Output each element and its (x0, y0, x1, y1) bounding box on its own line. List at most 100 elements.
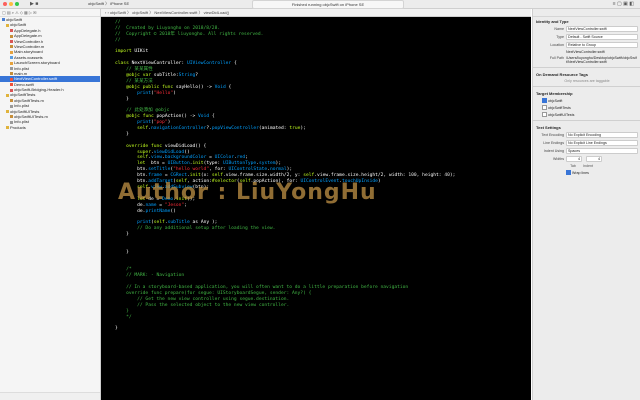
file-icon (10, 115, 13, 119)
code-token: () (184, 149, 190, 155)
code-token: // (115, 37, 121, 43)
scheme-selector[interactable]: objcSwift 〉 iPhone SE (88, 1, 129, 7)
code-token: override func prepare(for segue: UIStory… (115, 290, 312, 296)
code-token: let (115, 161, 146, 167)
project-navigator: ▢ ▤ ⌕ ⚠ ◇ ▦ ▷ ✉ objcSwift objcSwift AppDel… (0, 9, 101, 400)
navigator-selector-bar[interactable]: ▢ ▤ ⌕ ⚠ ◇ ▦ ▷ ✉ (0, 9, 100, 17)
minimize-window-icon[interactable] (9, 2, 13, 6)
code-token: viewDidLoad() { (162, 143, 207, 149)
file-tree-item-label: Main.storyboard (14, 49, 43, 55)
file-tree-item-label: Info.plist (14, 103, 29, 109)
code-token: navigationController (150, 126, 207, 132)
target-checkbox[interactable] (542, 112, 547, 117)
code-token: UIButton (167, 161, 190, 167)
view-toggle-icons[interactable]: ≡ ▢ ▣ ◧ (613, 1, 634, 7)
code-token: func (162, 84, 174, 90)
ondemand-heading: On Demand Resource Tags (536, 72, 588, 77)
code-token: */ (115, 314, 132, 320)
code-token: // (115, 20, 121, 25)
location-select[interactable]: Relative to Group (566, 42, 638, 48)
close-window-icon[interactable] (3, 2, 7, 6)
code-token: @objc (115, 73, 140, 79)
code-token: , height: (416, 173, 445, 179)
file-tree-item-label: Assets.xcassets (14, 54, 43, 60)
code-token: Void (214, 84, 226, 90)
code-token: () (170, 208, 176, 214)
run-stop-icons[interactable]: ▶ ■ (30, 1, 38, 7)
tab-width-field[interactable]: 4 (566, 156, 582, 162)
encoding-select[interactable]: No Explicit Encoding (566, 132, 638, 138)
indent-caption: Indent (583, 164, 593, 168)
indent-width-field[interactable]: 4 (586, 156, 602, 162)
file-tree-item-label: Info.plist (14, 65, 29, 71)
code-token: } (115, 326, 118, 332)
code-token: func (150, 143, 163, 149)
folder-icon (2, 18, 5, 22)
code-token: String (178, 73, 196, 79)
watermark-text: Author : LiuYongHu (118, 180, 377, 205)
folder-icon (6, 126, 9, 130)
endings-select[interactable]: No Explicit Line Endings (566, 140, 638, 146)
file-tree-item-label: ViewController.h (14, 38, 44, 44)
code-token: ) (167, 120, 171, 126)
file-tree-item-label: AppDelegate.h (14, 27, 41, 33)
file-tree-item-label: NextViewController.swift (14, 76, 58, 82)
code-token: // Do any additional setup after loading… (115, 226, 276, 232)
jump-bar[interactable]: ‹ › objcSwift 〉 objcSwift 〉 NextViewCont… (101, 9, 531, 17)
fullpath-value: /Users/liuyongho/Desktop/objcSwift/objcS… (566, 56, 637, 64)
name-field[interactable]: NextViewController.swift (566, 26, 638, 32)
file-tree-item-label: Info.plist (14, 119, 29, 125)
target-checkbox[interactable] (542, 98, 547, 103)
file-icon (10, 99, 13, 103)
name-label: Name (554, 27, 564, 31)
code-token: // Get the new view controller using seg… (115, 296, 290, 302)
file-icon (10, 77, 13, 81)
file-tree-item[interactable]: Products (0, 125, 100, 130)
file-icon (10, 29, 13, 33)
wrap-lines-checkbox[interactable] (566, 170, 571, 175)
code-token: super (115, 149, 151, 155)
code-token: init (189, 173, 201, 179)
file-icon (10, 83, 13, 87)
inspector-selector-bar[interactable] (533, 9, 640, 17)
code-token: var (142, 73, 151, 79)
code-line[interactable]: } (101, 326, 531, 332)
code-token: NextViewController: (128, 61, 187, 67)
target-list: objcSwift objcSwiftTests objcSwiftUITests (533, 97, 640, 118)
zoom-window-icon[interactable] (15, 2, 19, 6)
file-icon (10, 66, 13, 70)
file-inspector: Identity and Type Name NextViewController… (532, 9, 640, 400)
location-file: NextViewController.swift (566, 50, 605, 54)
code-token: btn. (115, 167, 149, 173)
folder-icon (6, 93, 9, 97)
code-token: { (225, 84, 232, 90)
code-token: func (142, 114, 154, 120)
code-token: popViewController (211, 126, 259, 132)
code-token: UIKit (131, 49, 149, 55)
navigator-filter-bar[interactable] (0, 392, 100, 400)
code-token: @objc (115, 84, 140, 90)
code-token: // Created by Liuyongho on 2018/8/28. (115, 25, 221, 31)
code-token: { (231, 61, 237, 67)
code-area[interactable]: //// Created by Liuyongho on 2018/8/28. /… (101, 20, 531, 332)
code-token: (x: (200, 173, 212, 179)
code-token: backgroundColor (164, 155, 207, 161)
indent-select[interactable]: Spaces (566, 148, 638, 154)
code-token: frame (148, 173, 163, 179)
code-token: self (303, 173, 315, 179)
code-token: btn. (115, 173, 149, 179)
code-token: // 某某属性 (115, 67, 153, 73)
endings-label: Line Endings (543, 141, 564, 145)
code-token: self (153, 220, 165, 226)
code-token: .view.frame.size.width/2, y: (222, 173, 304, 179)
code-token: ) (377, 179, 381, 185)
type-select[interactable]: Default - Swift Source (566, 34, 638, 40)
code-token: "Hello" (153, 90, 174, 96)
code-token: self (115, 155, 149, 161)
target-checkbox[interactable] (542, 105, 547, 110)
fullpath-label: Full Path (549, 56, 564, 60)
code-token: printName (145, 208, 171, 214)
code-token: , for: (209, 167, 229, 173)
file-tree-item-label: objcSwift (10, 22, 27, 28)
file-tree-item-label: Products (10, 124, 26, 130)
